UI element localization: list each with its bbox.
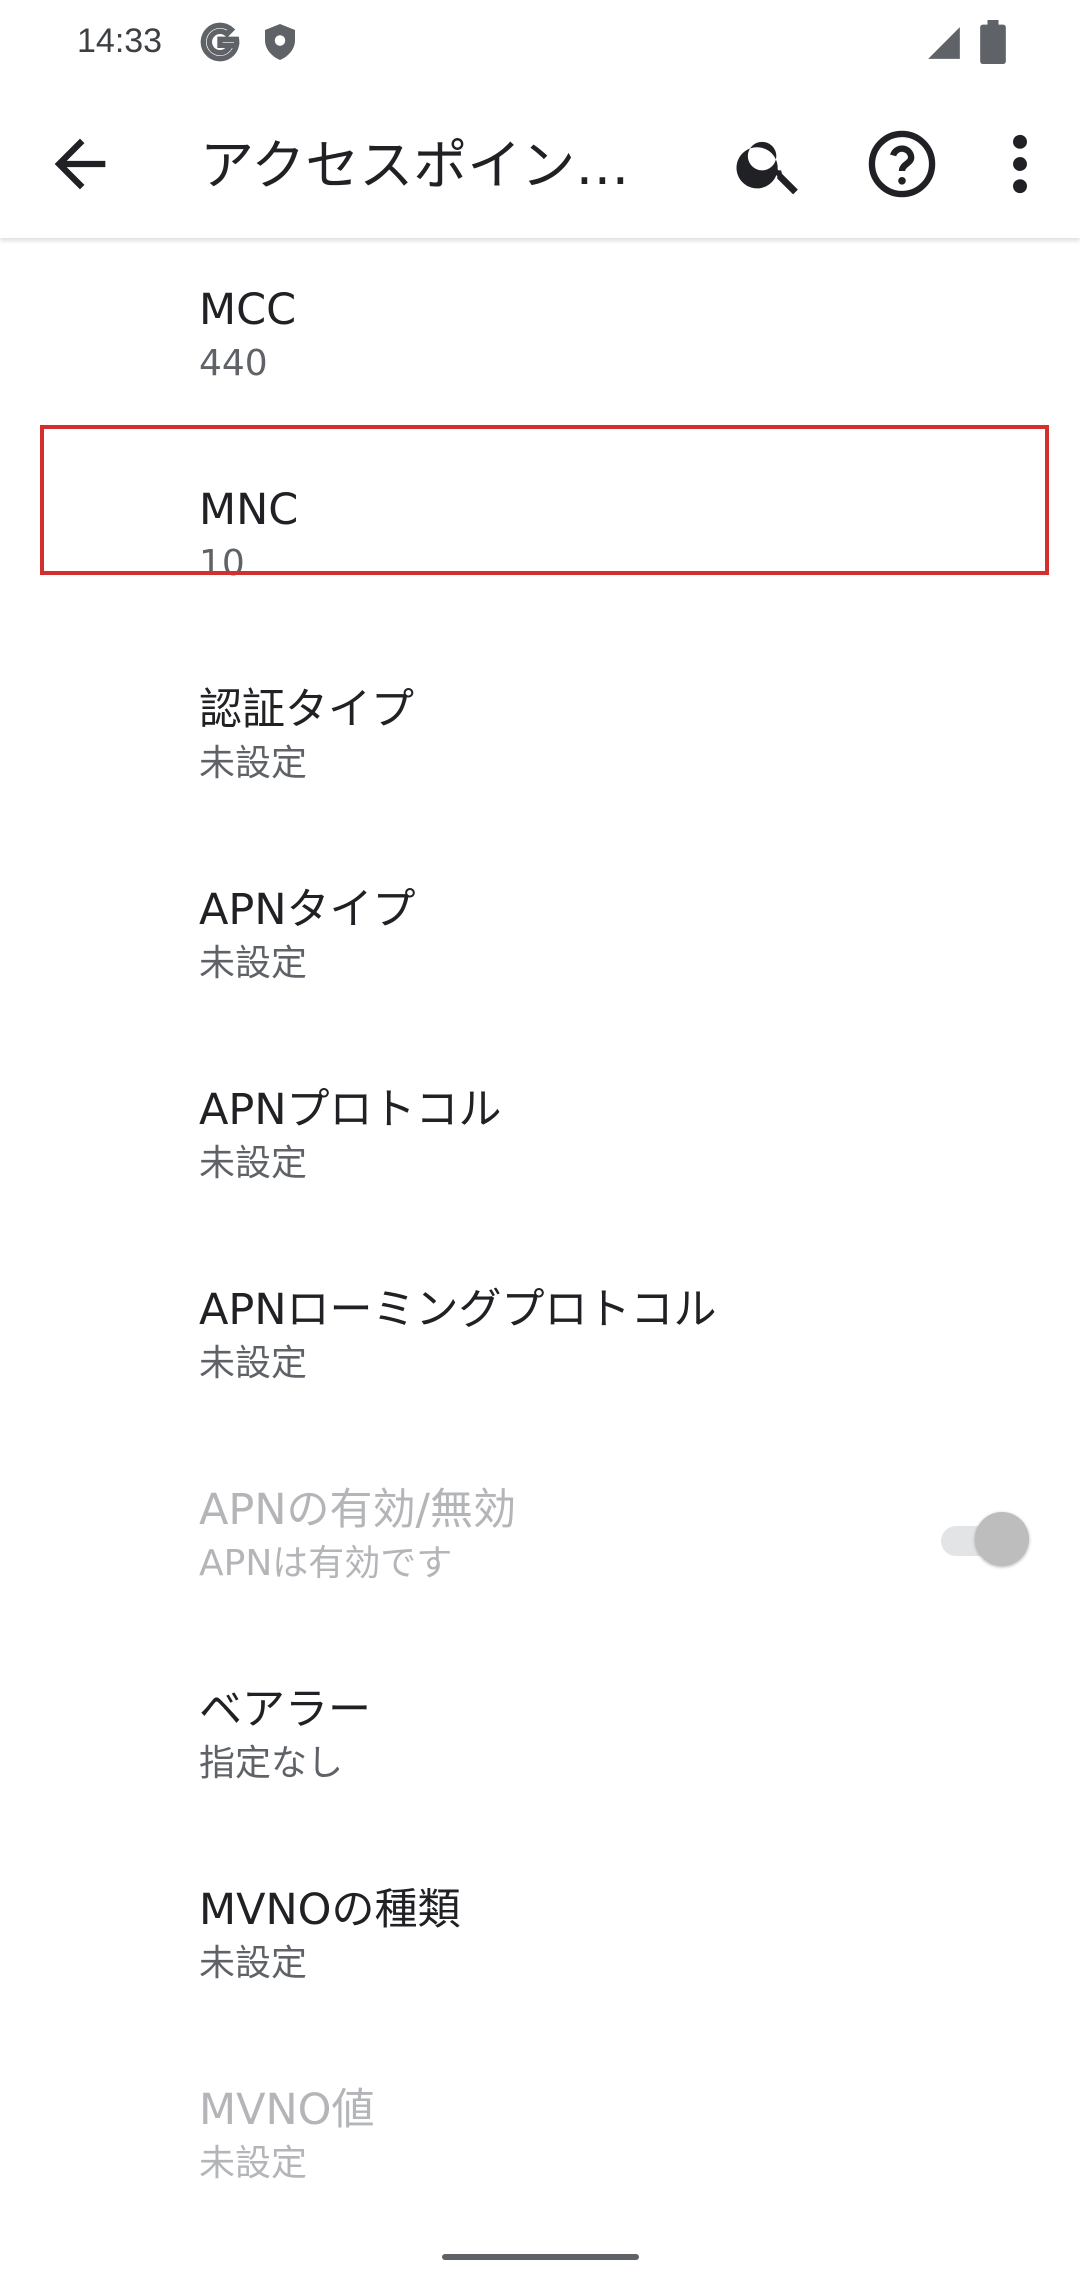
pref-title: MCC [199, 285, 297, 335]
pref-bearer[interactable]: ベアラー 指定なし [0, 1638, 1080, 1838]
pref-apn-protocol[interactable]: APNプロトコル 未設定 [0, 1038, 1080, 1238]
pref-summary: 未設定 [199, 1143, 308, 1184]
preference-list: MCC 440 MNC 10 認証タイプ 未設定 APNタイプ 未設定 APNプ… [0, 238, 1080, 2238]
pref-mvno-type[interactable]: MVNOの種類 未設定 [0, 1838, 1080, 2038]
toggle-thumb [975, 1512, 1029, 1566]
pref-mcc[interactable]: MCC 440 [0, 238, 1080, 438]
pref-title: APNの有効/無効 [199, 1485, 516, 1535]
apn-enable-toggle [935, 1510, 1031, 1570]
help-icon[interactable] [864, 126, 940, 202]
pref-title: MNC [199, 485, 299, 535]
pref-title: MVNO値 [199, 2085, 375, 2135]
pref-summary: 10 [199, 543, 245, 584]
page-title: アクセスポイント… [200, 134, 680, 197]
pref-summary: 未設定 [199, 743, 308, 784]
pref-mnc[interactable]: MNC 10 [0, 438, 1080, 638]
pref-summary: 440 [199, 343, 268, 384]
status-time: 14:33 [77, 22, 163, 60]
signal-icon [925, 24, 963, 62]
pref-summary: 未設定 [199, 943, 308, 984]
pref-title: APNローミングプロトコル [199, 1285, 717, 1335]
arrow-back-icon[interactable] [42, 126, 118, 202]
search-icon[interactable] [732, 126, 808, 202]
pref-title: MVNOの種類 [199, 1885, 461, 1935]
pref-summary: 未設定 [199, 2143, 308, 2184]
pref-apn-enable: APNの有効/無効 APNは有効です [0, 1438, 1080, 1638]
gesture-nav-handle[interactable] [442, 2254, 639, 2260]
pref-mvno-value: MVNO値 未設定 [0, 2038, 1080, 2238]
app-bar: アクセスポイント… [0, 90, 1080, 238]
pref-title: ベアラー [199, 1685, 371, 1735]
pref-summary: 未設定 [199, 1943, 308, 1984]
pref-apn-roaming-protocol[interactable]: APNローミングプロトコル 未設定 [0, 1238, 1080, 1438]
pref-summary: 指定なし [199, 1743, 344, 1784]
pref-title: 認証タイプ [199, 685, 414, 735]
pref-title: APNプロトコル [199, 1085, 502, 1135]
pref-auth-type[interactable]: 認証タイプ 未設定 [0, 638, 1080, 838]
status-bar: 14:33 [0, 0, 1080, 90]
shield-icon [262, 22, 298, 62]
more-vert-icon[interactable] [990, 126, 1050, 202]
pref-summary: APNは有効です [199, 1543, 453, 1584]
pref-apn-type[interactable]: APNタイプ 未設定 [0, 838, 1080, 1038]
battery-icon [980, 20, 1006, 64]
google-g-icon [200, 22, 240, 62]
pref-summary: 未設定 [199, 1343, 308, 1384]
pref-title: APNタイプ [199, 885, 416, 935]
